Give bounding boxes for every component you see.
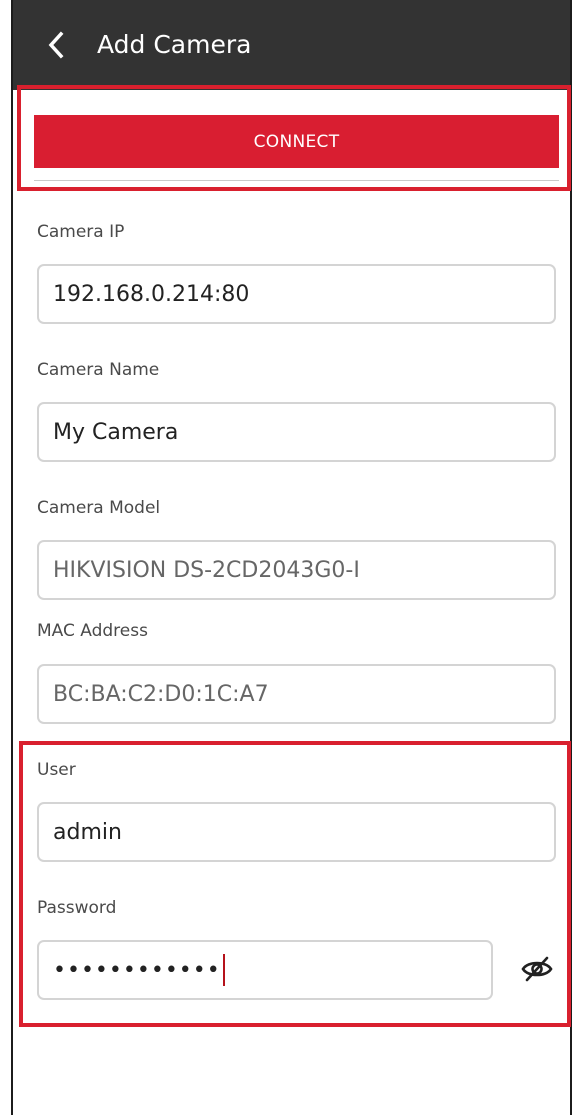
eye-off-icon[interactable] bbox=[520, 952, 554, 986]
password-value: •••••••••••• bbox=[53, 957, 221, 983]
camera-name-field[interactable]: My Camera bbox=[37, 402, 556, 462]
user-field[interactable]: admin bbox=[37, 802, 556, 862]
camera-ip-label: Camera IP bbox=[37, 222, 125, 242]
page-title: Add Camera bbox=[97, 30, 252, 59]
mac-address-field[interactable]: BC:BA:C2:D0:1C:A7 bbox=[37, 664, 556, 724]
text-caret bbox=[222, 954, 225, 986]
camera-name-label: Camera Name bbox=[37, 360, 160, 380]
mac-address-label: MAC Address bbox=[37, 621, 148, 641]
chevron-left-icon[interactable] bbox=[39, 28, 73, 62]
camera-model-label: Camera Model bbox=[37, 498, 161, 518]
camera-model-field[interactable]: HIKVISION DS-2CD2043G0-I bbox=[37, 540, 556, 600]
app-bar: Add Camera bbox=[13, 0, 570, 90]
password-field[interactable]: •••••••••••• bbox=[37, 940, 493, 1000]
password-label: Password bbox=[37, 898, 117, 918]
divider bbox=[34, 180, 559, 181]
camera-ip-field[interactable]: 192.168.0.214:80 bbox=[37, 264, 556, 324]
connect-button[interactable]: CONNECT bbox=[34, 115, 559, 168]
user-label: User bbox=[37, 760, 76, 780]
